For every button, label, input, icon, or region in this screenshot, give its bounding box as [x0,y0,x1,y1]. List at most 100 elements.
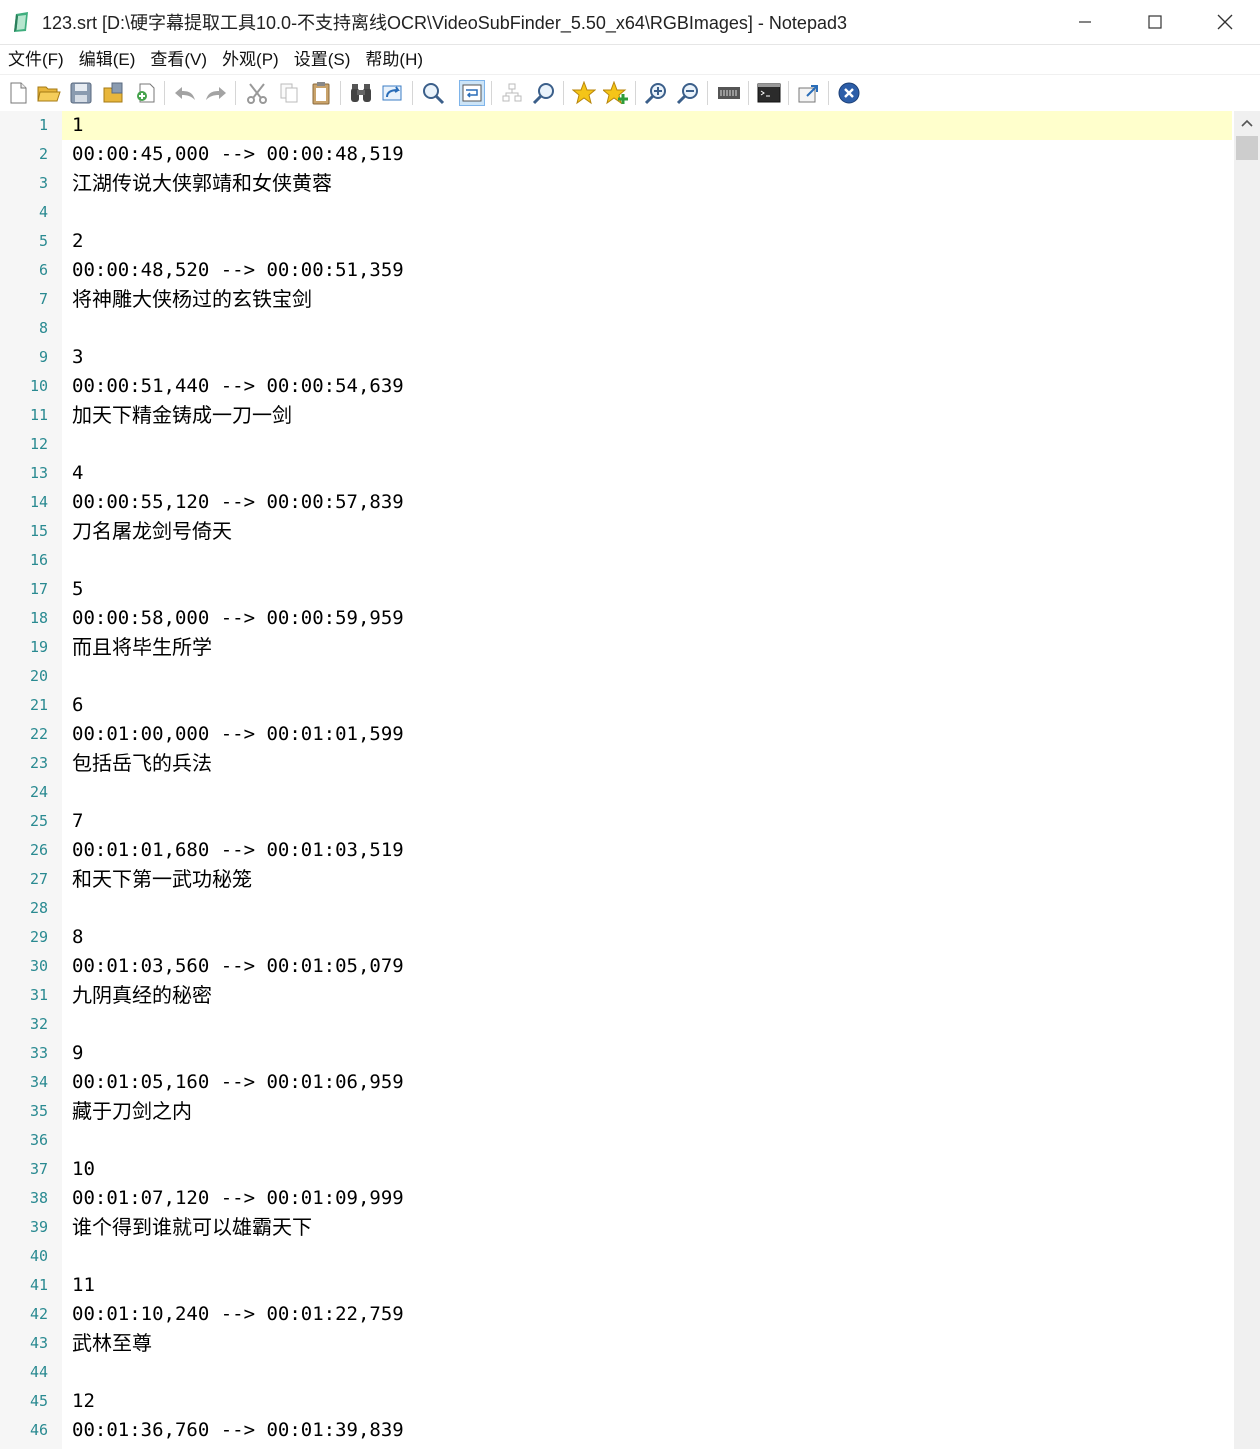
text-line[interactable]: 00:00:58,000 --> 00:00:59,959 [62,604,1232,633]
text-line[interactable]: 00:01:10,240 --> 00:01:22,759 [62,1300,1232,1329]
menu-edit[interactable]: 编辑(E) [72,45,143,74]
chevron-up-icon [1241,119,1253,127]
text-line[interactable]: 10 [62,1155,1232,1184]
text-line[interactable] [62,198,1232,227]
line-number: 5 [38,232,48,250]
text-line[interactable]: 00:01:00,000 --> 00:01:01,599 [62,720,1232,749]
text-line[interactable] [62,1242,1232,1271]
text-line[interactable]: 00:00:55,120 --> 00:00:57,839 [62,488,1232,517]
text-line[interactable]: 藏于刀剑之内 [62,1097,1232,1126]
cut-icon [247,83,267,104]
text-line[interactable]: 2 [62,227,1232,256]
menu-help[interactable]: 帮助(H) [358,45,430,74]
paste-button[interactable] [308,80,334,106]
text-area[interactable]: 1 00:00:45,000 --> 00:00:48,519 江湖传说大侠郭靖和女… [62,111,1232,1449]
menu-appearance[interactable]: 外观(P) [215,45,286,74]
line-number: 11 [29,406,48,424]
text-line[interactable]: 九阴真经的秘密 [62,981,1232,1010]
text-line[interactable]: 将神雕大侠杨过的玄铁宝剑 [62,285,1232,314]
search-next-button[interactable] [531,80,557,106]
editor[interactable]: 1 2 3 4 5 6 7 8 9 10 11 12 13 14 15 16 17 18 19 20 21 22 23 24 2… [0,111,1260,1449]
menu-file[interactable]: 文件(F) [1,45,71,74]
scroll-thumb[interactable] [1236,136,1258,160]
text-line[interactable]: 3 [62,343,1232,372]
text-line[interactable] [62,1010,1232,1039]
goto-button[interactable] [420,80,446,106]
menu-settings[interactable]: 设置(S) [287,45,358,74]
text-line[interactable]: 00:00:51,440 --> 00:00:54,639 [62,372,1232,401]
text-line[interactable]: 而且将毕生所学 [62,633,1232,662]
undo-button[interactable] [172,80,198,106]
word-wrap-icon [462,84,482,102]
text-line[interactable]: 7 [62,807,1232,836]
text-line[interactable]: 00:01:05,160 --> 00:01:06,959 [62,1068,1232,1097]
window-title: 123.srt [D:\硬字幕提取工具10.0-不支持离线OCR\VideoSu… [42,13,847,33]
text-line[interactable] [62,778,1232,807]
bookmark-button[interactable] [571,80,597,106]
text-line[interactable]: 00:01:07,120 --> 00:01:09,999 [62,1184,1232,1213]
favorites-button[interactable] [796,80,822,106]
text-line[interactable]: 刀名屠龙剑号倚天 [62,517,1232,546]
text-line[interactable]: 00:01:03,560 --> 00:01:05,079 [62,952,1232,981]
line-number: 38 [29,1189,48,1207]
line-number: 39 [29,1218,48,1236]
text-line[interactable]: 包括岳飞的兵法 [62,749,1232,778]
text-line[interactable]: 谁个得到谁就可以雄霸天下 [62,1213,1232,1242]
browse-button[interactable] [132,80,158,106]
line-number-gutter[interactable]: 1 2 3 4 5 6 7 8 9 10 11 12 13 14 15 16 17 18 19 20 21 22 23 24 2… [0,111,62,1449]
schema-button[interactable] [716,80,742,106]
text-line[interactable]: 00:00:45,000 --> 00:00:48,519 [62,140,1232,169]
text-line[interactable] [62,894,1232,923]
text-line[interactable]: 6 [62,691,1232,720]
cut-button[interactable] [244,80,270,106]
zoom-out-button[interactable] [675,80,701,106]
save-button[interactable] [68,80,94,106]
text-line[interactable]: 00:01:01,680 --> 00:01:03,519 [62,836,1232,865]
zoom-in-button[interactable] [643,80,669,106]
text-line[interactable] [62,1126,1232,1155]
find-button[interactable] [348,80,374,106]
line-number: 43 [29,1334,48,1352]
line-number: 30 [29,957,48,975]
exit-button[interactable] [836,80,862,106]
text-line[interactable]: 和天下第一武功秘笼 [62,865,1232,894]
text-line[interactable]: 1 [62,111,1232,140]
new-file-button[interactable] [5,80,31,106]
text-line[interactable]: 加天下精金铸成一刀一剑 [62,401,1232,430]
replace-button[interactable] [380,80,406,106]
save-as-button[interactable] [100,80,126,106]
title-bar[interactable]: 123.srt [D:\硬字幕提取工具10.0-不支持离线OCR\VideoSu… [0,0,1260,45]
search-next-icon [532,83,554,105]
text-line[interactable]: 00:00:48,520 --> 00:00:51,359 [62,256,1232,285]
text-line[interactable] [62,662,1232,691]
text-line[interactable] [62,314,1232,343]
redo-button[interactable] [203,80,229,106]
text-line[interactable] [62,1358,1232,1387]
text-line[interactable] [62,430,1232,459]
bookmark-icon [572,81,596,105]
text-line[interactable]: 00:01:36,760 --> 00:01:39,839 [62,1416,1232,1445]
text-line[interactable]: 5 [62,575,1232,604]
close-button[interactable] [1190,0,1260,44]
vertical-scrollbar[interactable] [1234,111,1260,1449]
word-wrap-button[interactable] [459,80,485,106]
toggle-folds-button[interactable] [499,80,525,106]
text-line[interactable]: 9 [62,1039,1232,1068]
maximize-button[interactable] [1120,0,1190,44]
terminal-button[interactable] [756,80,782,106]
text-line[interactable]: 武林至尊 [62,1329,1232,1358]
text-line[interactable]: 8 [62,923,1232,952]
text-line[interactable] [62,546,1232,575]
minimize-button[interactable] [1050,0,1120,44]
open-button[interactable] [36,80,62,106]
new-file-icon [10,82,27,104]
text-line[interactable]: 11 [62,1271,1232,1300]
text-line[interactable]: 江湖传说大侠郭靖和女侠黄蓉 [62,169,1232,198]
undo-icon [175,87,195,100]
text-line[interactable]: 12 [62,1387,1232,1416]
scroll-up-button[interactable] [1234,111,1260,135]
menu-view[interactable]: 查看(V) [143,45,214,74]
add-bookmark-button[interactable] [603,80,629,106]
text-line[interactable]: 4 [62,459,1232,488]
copy-button[interactable] [276,80,302,106]
